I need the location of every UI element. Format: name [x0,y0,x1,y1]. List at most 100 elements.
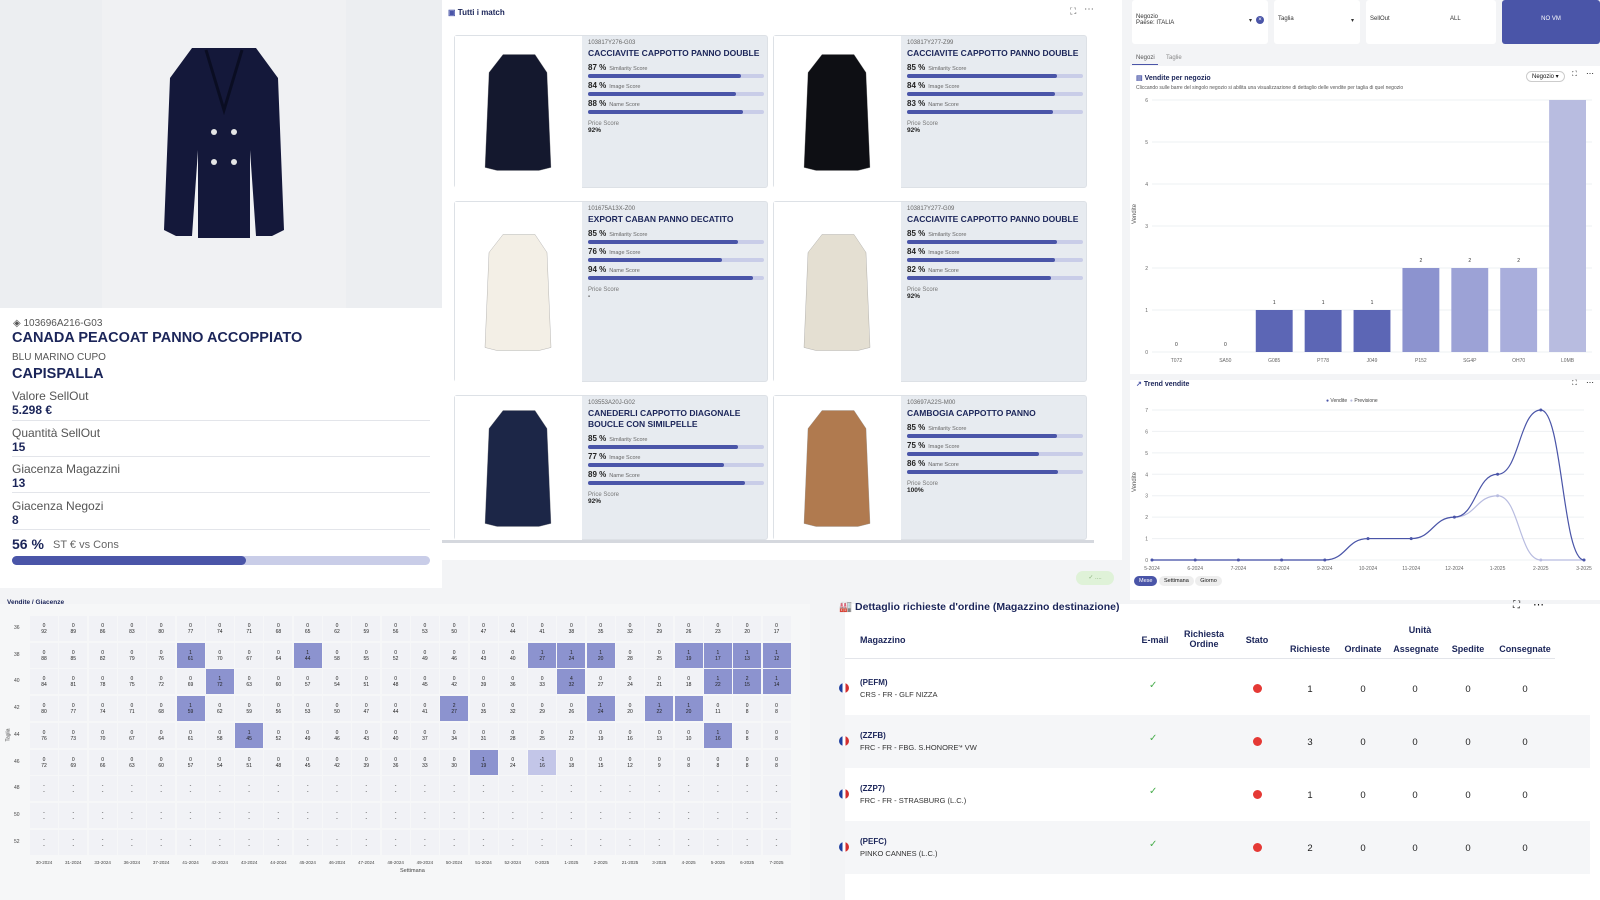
heatmap-cell[interactable]: 0 38 [557,616,586,641]
match-card[interactable]: 103817Y276-G03 CACCIAVITE CAPPOTTO PANNO … [454,35,768,189]
heatmap-cell[interactable]: 0 24 [498,749,527,775]
heatmap-cell[interactable]: 1 14 [762,669,791,695]
heatmap-cell[interactable]: -- [59,776,88,802]
data-point[interactable] [1409,537,1413,541]
heatmap-cell[interactable]: 0 45 [293,749,322,775]
heatmap-cell[interactable]: 0 55 [352,642,381,668]
heatmap-cell[interactable]: 0 88 [30,642,58,668]
heatmap-cell[interactable]: -- [440,829,469,855]
heatmap-cell[interactable]: -- [117,776,146,802]
settimana-button[interactable]: Settimana [1158,576,1194,586]
heatmap-cell[interactable]: 09 [645,749,674,775]
heatmap-cell[interactable]: 0 48 [381,669,410,695]
heatmap-cell[interactable]: 08 [733,722,762,748]
heatmap-cell[interactable]: 0 76 [147,642,176,668]
heatmap-cell[interactable]: -- [59,802,88,828]
heatmap-cell[interactable]: 0 69 [59,749,88,775]
heatmap-cell[interactable]: 0 52 [264,722,293,748]
heatmap-cell[interactable]: -- [674,776,703,802]
heatmap-cell[interactable]: 0 59 [352,616,381,641]
no-vm-option[interactable]: NO VM [1502,0,1600,44]
heatmap-cell[interactable]: 0 46 [323,722,351,748]
more-icon[interactable]: ⋯ [1586,378,1594,387]
heatmap-cell[interactable]: 0 63 [235,669,264,695]
heatmap-cell[interactable]: 0 31 [469,722,498,748]
all-option[interactable]: ALL [1450,16,1461,22]
heatmap-cell[interactable]: 1 45 [235,722,264,748]
heatmap-cell[interactable]: 0 29 [645,616,674,641]
bar[interactable] [1451,268,1489,352]
data-point[interactable] [1539,408,1543,412]
heatmap-cell[interactable]: 0 32 [498,696,527,722]
heatmap-cell[interactable]: -- [498,776,527,802]
heatmap-cell[interactable]: -- [762,829,791,855]
heatmap-cell[interactable]: -1 16 [528,749,557,775]
heatmap-cell[interactable]: -- [410,829,439,855]
heatmap-cell[interactable]: 0 54 [323,669,351,695]
heatmap-cell[interactable]: 1 12 [762,642,791,668]
data-point[interactable] [1582,558,1586,562]
heatmap-cell[interactable]: 08 [674,749,703,775]
heatmap-cell[interactable]: 0 52 [381,642,410,668]
heatmap-cell[interactable]: -- [557,776,586,802]
heatmap-cell[interactable]: 1 17 [703,642,732,668]
order-row[interactable]: (ZZFB) FRC - FR - FBG. S.HONORE'* VW ✓ 3 0 0 0… [839,715,1590,768]
data-point[interactable] [1323,558,1327,562]
sellout-toggle[interactable]: SellOut ALL [1366,0,1496,44]
heatmap-cell[interactable]: 1 16 [703,722,732,748]
heatmap-cell[interactable]: 0 66 [88,749,117,775]
heatmap-cell[interactable]: -- [147,776,176,802]
heatmap-cell[interactable]: 0 41 [410,696,439,722]
heatmap-cell[interactable]: -- [147,829,176,855]
heatmap-cell[interactable]: -- [176,829,205,855]
heatmap-cell[interactable]: -- [762,802,791,828]
heatmap-cell[interactable]: 0 27 [586,669,615,695]
heatmap-cell[interactable]: -- [235,829,264,855]
heatmap-cell[interactable]: 0 86 [88,616,117,641]
heatmap-cell[interactable]: -- [616,776,644,802]
heatmap-cell[interactable]: 0 67 [117,722,146,748]
heatmap-cell[interactable]: 0 82 [88,642,117,668]
data-point[interactable] [1496,494,1500,498]
match-card[interactable]: 103817Y277-Z99 CACCIAVITE CAPPOTTO PANNO … [773,35,1087,189]
heatmap-cell[interactable]: 08 [762,696,791,722]
heatmap-cell[interactable]: -- [469,829,498,855]
data-point[interactable] [1539,558,1543,562]
heatmap-cell[interactable]: -- [616,802,644,828]
save-chip[interactable]: ✓ .... [1076,571,1114,585]
heatmap-cell[interactable]: 0 44 [498,616,527,641]
expand-icon[interactable]: ⛶ [1070,6,1076,17]
heatmap-cell[interactable]: 0 42 [440,669,469,695]
heatmap-cell[interactable]: 0 73 [59,722,88,748]
heatmap-cell[interactable]: -- [205,829,234,855]
heatmap-cell[interactable]: 0 58 [323,642,351,668]
heatmap-cell[interactable]: 0 57 [293,669,322,695]
heatmap-cell[interactable]: 0 46 [440,642,469,668]
mese-button[interactable]: Mese [1134,576,1158,586]
heatmap-cell[interactable]: 0 59 [235,696,264,722]
heatmap-cell[interactable]: -- [586,802,615,828]
heatmap-cell[interactable]: 0 43 [469,642,498,668]
heatmap-cell[interactable]: 1 27 [528,642,557,668]
heatmap-cell[interactable]: -- [205,802,234,828]
heatmap-cell[interactable]: 0 36 [381,749,410,775]
heatmap-cell[interactable]: 1 20 [674,696,703,722]
heatmap-cell[interactable]: -- [410,802,439,828]
heatmap-cell[interactable]: 0 35 [586,616,615,641]
heatmap-cell[interactable]: 0 51 [352,669,381,695]
bar[interactable] [1304,310,1342,352]
heatmap-cell[interactable]: 0 18 [557,749,586,775]
bar[interactable] [1500,268,1538,352]
heatmap-cell[interactable]: -- [264,802,293,828]
heatmap-cell[interactable]: 0 56 [381,616,410,641]
heatmap-cell[interactable]: 0 23 [703,616,732,641]
heatmap-cell[interactable]: -- [674,802,703,828]
heatmap-cell[interactable]: 0 58 [205,722,234,748]
heatmap-cell[interactable]: -- [528,802,557,828]
heatmap-cell[interactable]: -- [528,829,557,855]
heatmap-cell[interactable]: 0 80 [30,696,58,722]
heatmap-cell[interactable]: 0 45 [410,669,439,695]
heatmap-cell[interactable]: 1 24 [586,696,615,722]
negozio-dropdown[interactable]: Negozio ▾ [1526,71,1565,82]
heatmap-cell[interactable]: 0 65 [293,616,322,641]
